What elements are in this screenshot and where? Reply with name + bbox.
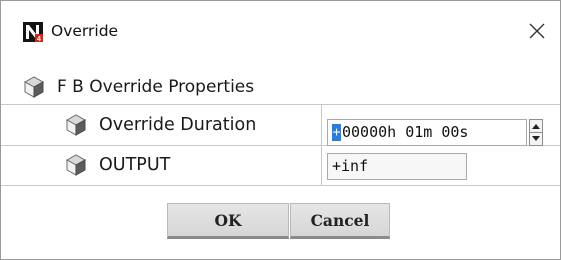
ok-button[interactable]: OK [167, 203, 289, 239]
cube-icon [65, 154, 87, 176]
property-sheet: F B Override Properties Override Duratio… [1, 61, 560, 259]
override-dialog: 4 Override F B Override Properties Overr… [0, 0, 561, 260]
property-row-output: OUTPUT [63, 153, 170, 177]
window-title: Override [51, 22, 119, 40]
grid-line [1, 185, 560, 186]
override-duration-value: 00000h 01m 00s [342, 123, 469, 141]
sign-selection: + [332, 124, 341, 141]
niagara-n4-icon: 4 [23, 22, 43, 42]
override-duration-field[interactable]: +00000h 01m 00s [327, 119, 527, 146]
spinner-icon[interactable] [529, 119, 543, 146]
output-value: +inf [332, 157, 369, 175]
property-row-override-duration: Override Duration [63, 113, 256, 137]
property-group-header[interactable]: F B Override Properties [21, 75, 254, 99]
close-icon [529, 23, 545, 39]
output-label: OUTPUT [99, 155, 171, 175]
close-button[interactable] [514, 9, 560, 53]
cube-icon [23, 76, 45, 98]
group-label: F B Override Properties [57, 77, 255, 97]
cube-icon [65, 114, 87, 136]
override-duration-label: Override Duration [99, 115, 257, 135]
column-divider [321, 104, 322, 185]
cancel-button[interactable]: Cancel [290, 203, 390, 239]
grid-line [1, 104, 560, 105]
output-field[interactable]: +inf [327, 153, 467, 180]
svg-text:4: 4 [37, 36, 41, 42]
title-bar[interactable]: 4 Override [1, 1, 560, 61]
